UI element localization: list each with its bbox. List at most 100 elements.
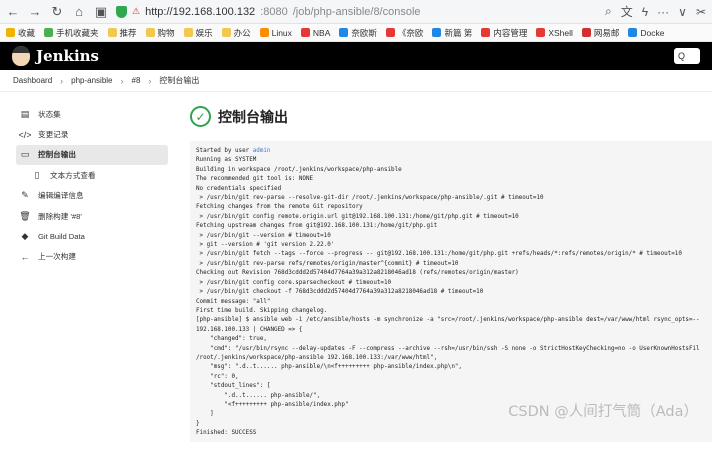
translate-icon[interactable]: 文 <box>621 3 633 20</box>
console-line: Fetching upstream changes from git@192.1… <box>196 223 438 230</box>
sidebar-item-previous-build[interactable]: ← 上一次构建 <box>16 247 168 267</box>
bookmark-item[interactable]: 娱乐 <box>183 27 213 39</box>
bookmark-label: 新篇 第 <box>444 27 473 38</box>
crumb-build[interactable]: #8 <box>132 76 141 85</box>
briefcase-icon[interactable]: ▣ <box>94 4 108 19</box>
folder-icon <box>221 28 231 37</box>
lightning-icon[interactable]: ϟ <box>642 5 648 19</box>
bookmark-label: 《奈欧 <box>397 27 424 38</box>
brand-name: Jenkins <box>36 47 99 65</box>
console-line: "cmd": "/usr/bin/rsync --delay-updates -… <box>196 345 700 352</box>
console-line: > git --version # 'git version 2.22.0' <box>196 242 335 249</box>
bookmark-label: 手机收藏夹 <box>56 27 99 38</box>
console-line: "rc": 0, <box>196 373 239 380</box>
more-icon[interactable]: ··· <box>657 5 669 19</box>
document-icon: ▯ <box>34 169 40 180</box>
jenkins-header: Jenkins Q <box>0 42 712 70</box>
console-line: > /usr/bin/git config core.sparsecheckou… <box>196 279 392 286</box>
main-content: ✓ 控制台输出 Started by user admin Running as … <box>178 92 712 442</box>
bookmark-item[interactable]: Linux <box>259 28 292 38</box>
home-icon[interactable]: ⌂ <box>72 4 86 19</box>
folder-icon <box>385 28 395 37</box>
cut-icon[interactable]: ✂ <box>696 5 706 19</box>
sidebar-item-git-build-data[interactable]: ◆ Git Build Data <box>16 226 168 246</box>
bookmark-item[interactable]: NBA <box>300 28 330 38</box>
folder-icon <box>339 28 349 37</box>
console-line: > /usr/bin/git fetch --tags --force --pr… <box>196 251 682 258</box>
bookmark-item[interactable]: 网易邮 <box>581 27 620 39</box>
console-line: > /usr/bin/git checkout -f 768d3cddd2d57… <box>196 289 484 296</box>
jenkins-brand[interactable]: Jenkins <box>12 46 99 66</box>
search-input[interactable]: Q <box>674 48 700 64</box>
browser-toolbar: ← → ↻ ⌂ ▣ ⚠ http://192.168.100.132:8080 /… <box>0 0 712 24</box>
chevron-right-icon: › <box>120 75 124 86</box>
sidebar-item-label: 上一次构建 <box>38 252 76 262</box>
bookmark-item[interactable]: 新篇 第 <box>432 27 472 39</box>
user-link[interactable]: admin <box>253 148 271 154</box>
bookmark-item[interactable]: 购物 <box>145 27 175 39</box>
bookmark-label: 内容管理 <box>493 27 528 38</box>
chevron-right-icon: › <box>60 75 64 86</box>
bookmarks-bar: 收藏 手机收藏夹 推荐 购物 娱乐 办公 Linux NBA 奈欧斯 《奈欧 新篇 第 内容管理 XSh… <box>0 24 712 42</box>
bookmark-item[interactable]: Docke <box>628 27 665 38</box>
lock-icon: ⚠ <box>132 6 141 16</box>
sidebar-item-status[interactable]: ▤ 状态集 <box>16 104 168 124</box>
bookmark-label: 奈欧斯 <box>351 27 377 38</box>
address-bar[interactable]: ⚠ http://192.168.100.132:8080/job/php-an… <box>116 3 597 21</box>
sidebar-item-label: 变更记录 <box>38 130 69 140</box>
crumb-console[interactable]: 控制台输出 <box>159 75 199 86</box>
console-line: Building in workspace /root/.jenkins/wor… <box>196 166 402 173</box>
bookmark-label: Docke <box>640 27 665 38</box>
sidebar-item-label: 文本方式查看 <box>50 170 96 180</box>
console-line: "stdout_lines": [ <box>196 383 271 390</box>
bookmark-label: 收藏 <box>18 27 36 38</box>
sidebar-item-edit-info[interactable]: ✎ 编辑编译信息 <box>16 186 168 206</box>
terminal-icon: ▭ <box>20 149 30 160</box>
console-line: No credentials specified <box>196 185 282 192</box>
breadcrumb: Dashboard › php-ansible › #8 › 控制台输出 <box>0 70 712 92</box>
search-icon[interactable]: ⌕ <box>605 4 612 19</box>
bookmark-label: 网易邮 <box>593 27 620 38</box>
bookmark-item[interactable]: 奈欧斯 <box>339 27 377 39</box>
folder-icon <box>481 28 491 37</box>
bookmark-item[interactable]: 办公 <box>221 27 251 39</box>
shield-icon <box>116 5 127 18</box>
status-icon: ▤ <box>20 108 30 119</box>
sidebar-item-delete-build[interactable]: 🗑 删除构建 '#8' <box>16 206 168 226</box>
crumb-job[interactable]: php-ansible <box>71 76 112 85</box>
forward-icon[interactable]: → <box>28 4 42 19</box>
bookmark-item[interactable]: 《奈欧 <box>385 27 424 39</box>
console-line: Fetching changes from the remote Git rep… <box>196 204 363 211</box>
bookmark-item[interactable]: 收藏 <box>6 27 35 39</box>
folder-icon <box>183 28 193 37</box>
sidebar-item-label: 状态集 <box>38 109 61 119</box>
bookmark-label: XShell <box>548 27 573 38</box>
sidebar-item-changes[interactable]: </> 变更记录 <box>16 124 168 144</box>
console-output[interactable]: Started by user admin Running as SYSTEM Bu… <box>190 141 712 442</box>
crumb-dashboard[interactable]: Dashboard <box>13 76 52 85</box>
folder-icon <box>259 28 269 37</box>
back-icon[interactable]: ← <box>6 4 20 19</box>
folder-icon <box>300 28 310 37</box>
bookmark-item[interactable]: 手机收藏夹 <box>44 27 99 39</box>
url-host: http://192.168.100.132 <box>145 5 256 18</box>
console-line: 192.168.100.133 | CHANGED => { <box>196 326 303 333</box>
folder-icon <box>44 28 54 37</box>
bookmark-item[interactable]: XShell <box>536 28 573 38</box>
page-title: ✓ 控制台输出 <box>190 106 712 127</box>
reload-icon[interactable]: ↻ <box>50 4 64 19</box>
bookmark-item[interactable]: 内容管理 <box>481 27 527 39</box>
folder-icon <box>107 28 117 37</box>
sidebar-item-console[interactable]: ▭ 控制台输出 <box>16 144 168 166</box>
bookmark-label: 购物 <box>157 27 175 38</box>
sidebar-item-label: 控制台输出 <box>38 150 76 160</box>
sidebar-item-label: Git Build Data <box>38 232 85 242</box>
sidebar-item-plain-text[interactable]: ▯ 文本方式查看 <box>16 165 168 185</box>
console-line: > /usr/bin/git config remote.origin.url … <box>196 213 519 220</box>
folder-icon <box>145 28 155 37</box>
folder-icon <box>536 28 546 37</box>
chevron-icon[interactable]: ∨ <box>678 5 687 19</box>
watermark: CSDN @人间打气筒（Ada） <box>508 404 698 420</box>
search-placeholder: Q <box>678 51 686 61</box>
bookmark-item[interactable]: 推荐 <box>107 27 137 39</box>
